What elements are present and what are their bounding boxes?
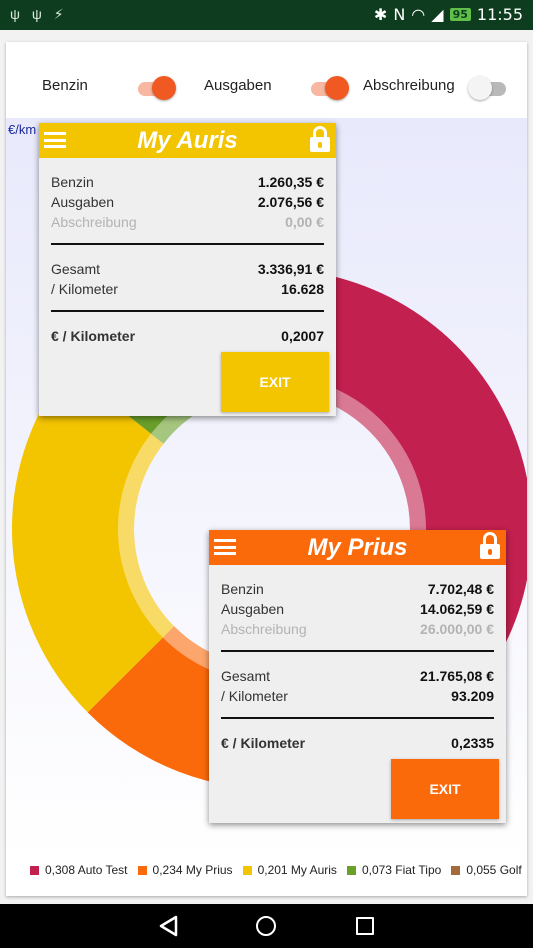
home-icon[interactable] — [256, 916, 276, 936]
back-icon[interactable] — [158, 915, 178, 937]
legend-swatch — [242, 865, 252, 875]
status-icons: ✱ N ◠ ◢ 95 11:55 — [374, 5, 523, 24]
divider — [51, 243, 324, 245]
legend-item: 0,055 Golf — [451, 860, 522, 880]
popup-my-auris: My Auris Benzin 1.260,35 € Ausgaben 2.076,… — [39, 123, 336, 416]
legend-item: 0,234 My Prius — [137, 860, 233, 880]
unlock-icon[interactable] — [479, 532, 501, 561]
toggle-bar: Benzin Ausgaben Abschreibung — [6, 42, 527, 118]
legend-item: 0,308 Auto Test — [30, 860, 128, 880]
chart-card: Benzin Ausgaben Abschreibung €/km 0,308 … — [6, 42, 527, 896]
legend-label: 0,055 Golf — [466, 863, 522, 877]
divider — [221, 717, 494, 719]
legend-swatch — [30, 865, 39, 875]
toggle-ausgaben-label: Ausgaben — [204, 77, 272, 94]
legend-item: 0,201 My Auris — [242, 860, 337, 880]
legend-label: 0,201 My Auris — [257, 863, 337, 877]
clock: 11:55 — [476, 5, 523, 24]
legend-item: 0,073 Fiat Tipo — [346, 860, 442, 880]
bluetooth-icon: ✱ — [373, 5, 388, 24]
popup-title: My Auris — [137, 127, 238, 154]
lock-icon[interactable] — [309, 126, 331, 154]
exit-button[interactable]: EXIT — [221, 352, 329, 412]
chart-unit-label: €/km — [8, 122, 37, 137]
chart-legend: 0,308 Auto Test 0,234 My Prius 0,201 My Au… — [6, 860, 527, 880]
legend-label: 0,073 Fiat Tipo — [361, 863, 442, 877]
popup-my-prius: My Prius Benzin 7.702,48 € Ausgaben 14.062… — [209, 530, 506, 823]
legend-swatch — [451, 865, 461, 875]
recents-icon[interactable] — [356, 917, 374, 935]
popup-title: My Prius — [307, 534, 408, 561]
notification-icons: ψ ψ ⚡ — [10, 6, 68, 22]
toggle-benzin[interactable] — [134, 75, 176, 100]
toggle-abschreibung-label: Abschreibung — [363, 77, 455, 94]
divider — [51, 310, 324, 312]
legend-swatch — [346, 865, 356, 875]
battery-icon: 95 — [449, 8, 471, 21]
popup-header: My Prius — [209, 530, 506, 565]
popup-header: My Auris — [39, 123, 336, 158]
legend-label: 0,234 My Prius — [152, 863, 233, 877]
divider — [221, 650, 494, 652]
navigation-bar — [0, 904, 533, 948]
toggle-abschreibung[interactable] — [468, 75, 508, 100]
legend-label: 0,308 Auto Test — [45, 863, 128, 877]
toggle-ausgaben[interactable] — [307, 75, 349, 100]
toggle-benzin-label: Benzin — [42, 77, 88, 94]
exit-button[interactable]: EXIT — [391, 759, 499, 819]
nfc-icon: N — [393, 5, 406, 24]
status-bar: ψ ψ ⚡ ✱ N ◠ ◢ 95 11:55 — [0, 0, 533, 30]
legend-swatch — [137, 865, 147, 875]
wifi-icon: ◠ — [411, 5, 426, 24]
signal-icon: ◢ — [431, 5, 444, 24]
